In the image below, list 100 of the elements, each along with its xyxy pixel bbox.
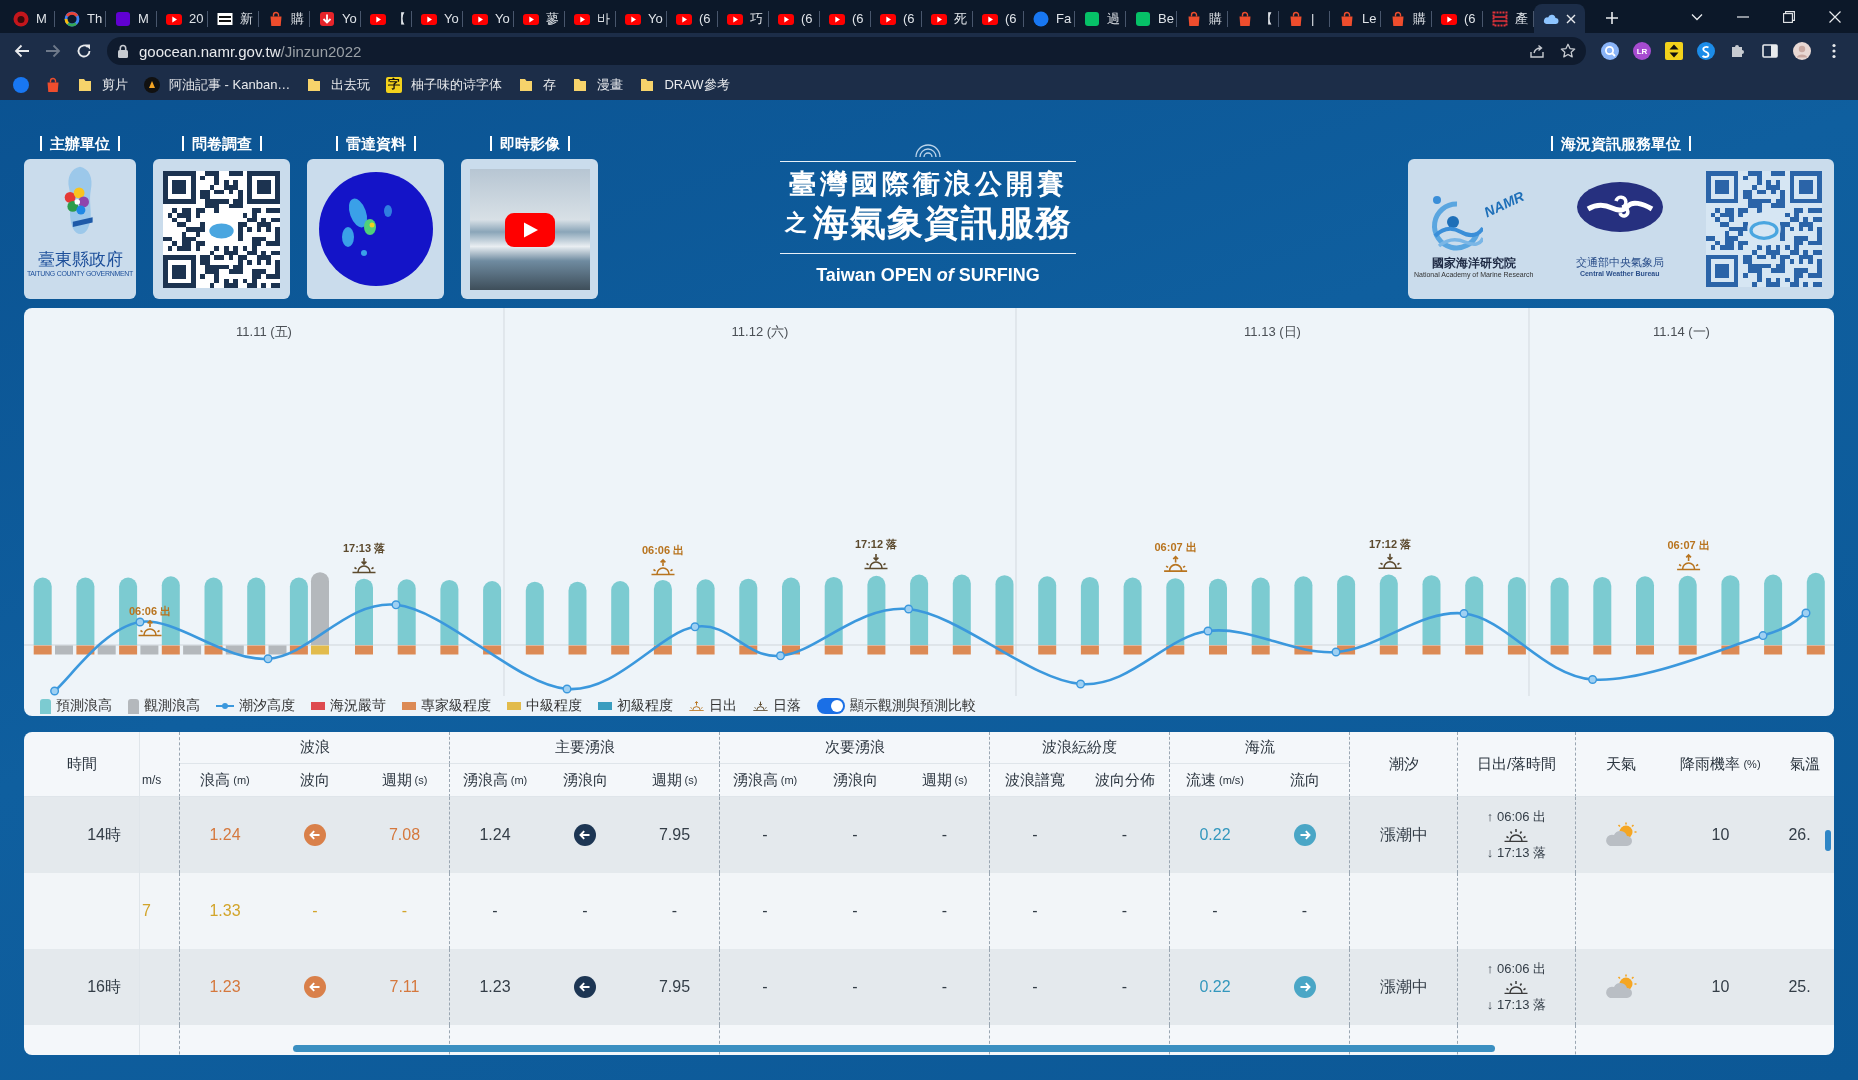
back-arrow-icon[interactable]: [14, 43, 30, 59]
bag-icon: [268, 10, 284, 27]
bookmark-item[interactable]: DRAW參考: [639, 75, 730, 94]
tile-icon: [1135, 10, 1151, 27]
section-label: 雷達資料: [335, 136, 416, 151]
tile-icon: [1084, 10, 1100, 27]
sunset-icon: [351, 557, 377, 574]
circle-icon: [1033, 10, 1049, 27]
column-group-header: 主要湧浪: [554, 738, 615, 757]
table-cell-text: -: [851, 977, 859, 997]
column-header: 湧浪高: [462, 770, 508, 790]
county-name: 臺東縣政府: [37, 249, 123, 269]
plus-icon[interactable]: [1605, 11, 1619, 25]
section-label: 主辦單位: [40, 136, 120, 151]
sun-time-label: 17:13 落: [342, 542, 386, 554]
column-header: 潮汐: [1388, 754, 1419, 774]
column-header: 波向分佈: [1094, 770, 1155, 790]
table-cell-text: 1.24: [208, 825, 242, 845]
sunrise-icon: [1163, 555, 1188, 572]
sun-horizon-icon: [1504, 828, 1529, 842]
legend-label: 初級程度: [617, 697, 673, 715]
sunset-icon: [1377, 552, 1403, 569]
institute-name: 國家海洋研究院: [1431, 255, 1516, 270]
legend-label: 專家級程度: [421, 697, 491, 715]
column-header: 氣溫: [1789, 754, 1820, 774]
legend-label: 觀測浪高: [144, 697, 200, 715]
unit-label: (%): [1743, 758, 1761, 770]
column-header: 湧浪高: [732, 770, 778, 790]
sun-time-label: 17:12 落: [1368, 537, 1412, 550]
table-cell-text: 0.22: [1198, 977, 1232, 997]
table-cell-text: -: [851, 825, 859, 845]
minimize-icon[interactable]: [1737, 15, 1749, 18]
close-icon[interactable]: [1829, 10, 1841, 23]
sunset-time: ↓ 17:13 落: [1486, 997, 1547, 1013]
sunrise-icon: [650, 559, 676, 576]
column-header: 週期: [921, 770, 952, 790]
radar-card[interactable]: [307, 159, 444, 299]
qr-card[interactable]: [153, 159, 290, 299]
legend-label: 預測浪高: [56, 697, 112, 715]
close-icon[interactable]: [1566, 13, 1576, 24]
table-cell-text: 26.: [1787, 825, 1812, 845]
bookmark-item[interactable]: 漫畫: [572, 75, 624, 94]
sunrise-icon: [137, 620, 163, 637]
sun-horizon-icon: [1504, 980, 1529, 994]
column-header: 湧浪向: [832, 770, 878, 790]
unit-label: (m): [510, 774, 528, 786]
scrollbar-thumb[interactable]: [293, 1045, 1495, 1052]
column-header: 浪高: [200, 770, 231, 790]
down-arrow-icon: [319, 10, 335, 27]
chevron-down-icon[interactable]: [1691, 12, 1703, 21]
up-down-arrows-icon[interactable]: [1665, 42, 1683, 60]
table-cell-text: 10: [1710, 825, 1731, 845]
restore-icon[interactable]: [1783, 10, 1795, 23]
toggle-switch[interactable]: [817, 698, 845, 714]
share-icon[interactable]: [1529, 43, 1545, 59]
magnifier-icon[interactable]: [1601, 42, 1619, 60]
side-panel-icon[interactable]: [1761, 42, 1779, 60]
avatar-icon[interactable]: [1793, 42, 1811, 60]
extension-button[interactable]: LR: [1633, 42, 1651, 60]
bookmark-item[interactable]: 剪片: [77, 75, 128, 94]
bookmark-item[interactable]: 阿油記事 - Kanban…: [144, 75, 291, 94]
swirl-icon[interactable]: [1697, 42, 1715, 60]
reload-icon[interactable]: [76, 43, 92, 59]
title-prefix: 之: [784, 209, 807, 237]
column-group-header: 波浪紜紛度: [1042, 738, 1117, 757]
unit-label: (m): [233, 774, 250, 786]
unit-label: (s): [414, 774, 428, 786]
browser-tab[interactable]: [1534, 4, 1585, 33]
folder-icon: [306, 76, 323, 93]
table-cell-text: -: [1031, 977, 1039, 997]
play-icon[interactable]: [504, 212, 555, 247]
sunrise-icon: [1676, 554, 1701, 571]
column-header: 流向: [1289, 770, 1320, 790]
bag-icon[interactable]: [45, 76, 61, 93]
bookmark-item[interactable]: 存: [518, 75, 557, 94]
table-cell-text: -: [761, 977, 769, 997]
cloud-sun-icon: [1604, 822, 1638, 848]
bookmark-item[interactable]: 出去玩: [306, 75, 371, 94]
bookmark-item[interactable]: 字 柚子味的诗字体: [386, 75, 503, 94]
scrollbar-thumb[interactable]: [1825, 830, 1831, 851]
table-cell-text: -: [1031, 825, 1039, 845]
table-cell: 16時: [24, 949, 140, 1025]
address-bar[interactable]: goocean.namr.gov.tw/Jinzun2022: [107, 37, 1586, 65]
column-group-header: 波浪: [299, 738, 330, 757]
column-header: 降雨機率: [1680, 754, 1741, 774]
bag-icon: [1288, 10, 1304, 27]
menu-icon[interactable]: [1832, 42, 1836, 60]
circle-icon[interactable]: [13, 76, 29, 93]
table-cell-text: -: [761, 901, 769, 921]
table-cell-text: 1.24: [478, 825, 512, 845]
favicon-glyph: 字: [386, 76, 403, 93]
puzzle-icon[interactable]: [1729, 42, 1747, 60]
table-cell: -: [1080, 949, 1170, 1025]
sun-time-label: 17:12 落: [854, 538, 898, 550]
column-header: 流速: [1185, 770, 1216, 790]
video-card[interactable]: [461, 159, 598, 299]
bureau-name: 交通部中央氣象局: [1575, 254, 1664, 269]
legend-label: 潮汐高度: [239, 697, 295, 715]
table-cell-text: -: [491, 901, 499, 921]
star-icon[interactable]: [1560, 43, 1576, 59]
